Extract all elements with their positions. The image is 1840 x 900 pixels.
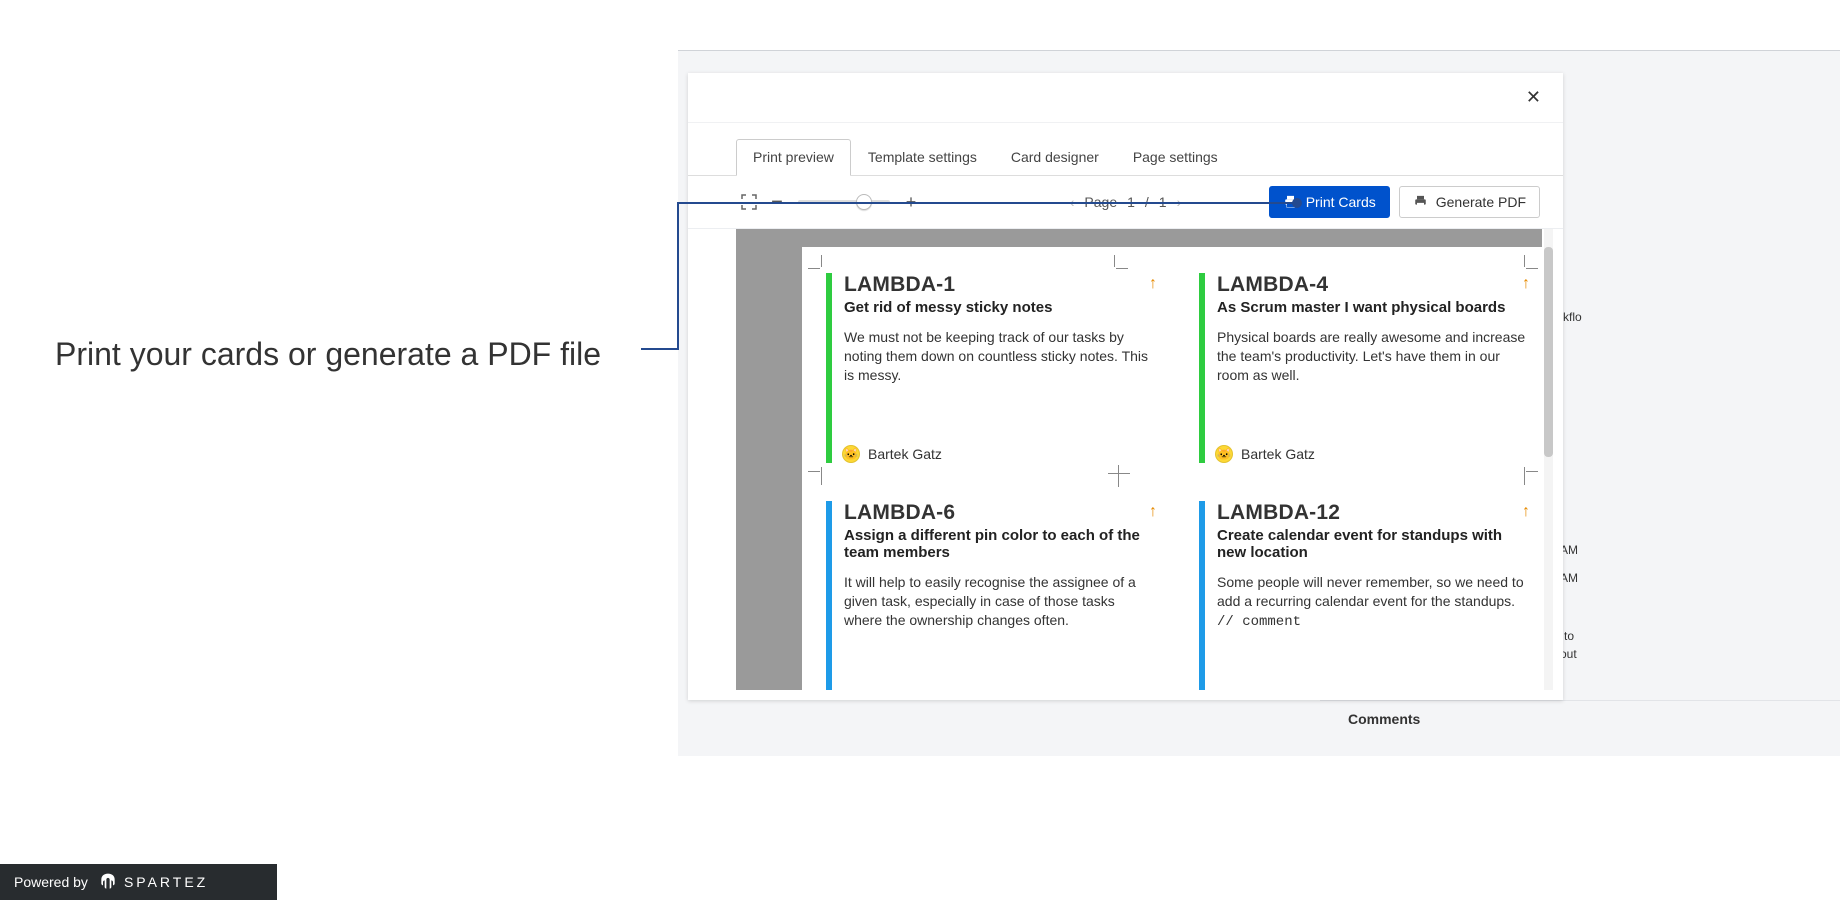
issue-key: LAMBDA-1 bbox=[844, 273, 1155, 297]
issue-description: Some people will never remember, so we n… bbox=[1217, 573, 1528, 632]
powered-by-badge: Powered by SPARTEZ bbox=[0, 864, 277, 900]
tab-print-preview[interactable]: Print preview bbox=[736, 139, 851, 176]
bg-text-snippet: kflo bbox=[1563, 310, 1582, 324]
avatar-icon: 🐱 bbox=[1215, 445, 1233, 463]
card-stripe bbox=[1199, 273, 1205, 463]
printer-icon bbox=[1283, 195, 1298, 209]
issue-description-text: Some people will never remember, so we n… bbox=[1217, 574, 1524, 609]
issue-key: LAMBDA-6 bbox=[844, 501, 1155, 525]
bg-text-snippet: to bbox=[1564, 629, 1574, 643]
tab-page-settings[interactable]: Page settings bbox=[1116, 139, 1235, 176]
page-sep: / bbox=[1145, 194, 1149, 210]
issue-code-comment: // comment bbox=[1217, 614, 1301, 630]
page-label: Page bbox=[1084, 194, 1117, 210]
prev-page-icon[interactable]: ‹ bbox=[1070, 194, 1075, 210]
paper-sheet: ↑ LAMBDA-1 Get rid of messy sticky notes… bbox=[802, 247, 1542, 690]
next-page-icon[interactable]: › bbox=[1177, 194, 1182, 210]
assignee: 🐱 Bartek Gatz bbox=[1215, 445, 1315, 463]
preview-toolbar: − + ‹ Page 1 / 1 › Print Cards Generate … bbox=[688, 176, 1563, 229]
button-label: Print Cards bbox=[1306, 194, 1376, 210]
preview-area: ↑ LAMBDA-1 Get rid of messy sticky notes… bbox=[688, 229, 1563, 700]
card-stripe bbox=[1199, 501, 1205, 690]
issue-key: LAMBDA-12 bbox=[1217, 501, 1528, 525]
assignee-name: Bartek Gatz bbox=[868, 446, 942, 462]
spartez-logo-icon bbox=[98, 872, 118, 892]
page-current: 1 bbox=[1127, 194, 1135, 210]
issue-key: LAMBDA-4 bbox=[1217, 273, 1528, 297]
fullscreen-icon[interactable] bbox=[738, 191, 760, 213]
preview-canvas[interactable]: ↑ LAMBDA-1 Get rid of messy sticky notes… bbox=[736, 229, 1542, 690]
card-stripe bbox=[826, 273, 832, 463]
issue-description: It will help to easily recognise the ass… bbox=[844, 573, 1155, 630]
zoom-out-icon[interactable]: − bbox=[766, 191, 788, 213]
vertical-scrollbar[interactable] bbox=[1544, 229, 1553, 690]
priority-up-icon: ↑ bbox=[1149, 275, 1157, 293]
issue-title: Create calendar event for standups with … bbox=[1217, 527, 1528, 561]
issue-description: We must not be keeping track of our task… bbox=[844, 328, 1155, 385]
printer-icon bbox=[1413, 195, 1428, 209]
page-total: 1 bbox=[1159, 194, 1167, 210]
scrollbar-thumb[interactable] bbox=[1544, 247, 1553, 457]
close-icon[interactable]: ✕ bbox=[1526, 87, 1541, 108]
comments-section-header: Comments bbox=[1320, 700, 1840, 736]
marketing-caption: Print your cards or generate a PDF file bbox=[55, 336, 601, 373]
crop-mark bbox=[1110, 255, 1128, 273]
issue-card: ↑ LAMBDA-6 Assign a different pin color … bbox=[826, 501, 1165, 690]
comments-header-label: Comments bbox=[1348, 711, 1420, 727]
crop-mark bbox=[1520, 255, 1538, 273]
crop-mark bbox=[808, 255, 826, 273]
issue-card: ↑ LAMBDA-12 Create calendar event for st… bbox=[1199, 501, 1538, 690]
zoom-slider[interactable] bbox=[798, 200, 890, 204]
avatar-icon: 🐱 bbox=[842, 445, 860, 463]
button-label: Generate PDF bbox=[1436, 194, 1526, 210]
modal-header: ✕ bbox=[688, 73, 1563, 123]
issue-title: As Scrum master I want physical boards bbox=[1217, 299, 1528, 316]
powered-by-label: Powered by bbox=[14, 874, 88, 890]
tab-template-settings[interactable]: Template settings bbox=[851, 139, 994, 176]
crop-mark bbox=[808, 467, 826, 485]
priority-up-icon: ↑ bbox=[1522, 275, 1530, 293]
zoom-in-icon[interactable]: + bbox=[900, 191, 922, 213]
print-modal: ✕ Print preview Template settings Card d… bbox=[688, 73, 1563, 700]
issue-description: Physical boards are really awesome and i… bbox=[1217, 328, 1528, 385]
card-grid: ↑ LAMBDA-1 Get rid of messy sticky notes… bbox=[826, 273, 1538, 690]
issue-title: Get rid of messy sticky notes bbox=[844, 299, 1155, 316]
priority-up-icon: ↑ bbox=[1149, 503, 1157, 521]
tab-card-designer[interactable]: Card designer bbox=[994, 139, 1116, 176]
issue-title: Assign a different pin color to each of … bbox=[844, 527, 1155, 561]
print-cards-button[interactable]: Print Cards bbox=[1269, 186, 1390, 218]
issue-card: ↑ LAMBDA-1 Get rid of messy sticky notes… bbox=[826, 273, 1165, 463]
assignee-name: Bartek Gatz bbox=[1241, 446, 1315, 462]
modal-tabs: Print preview Template settings Card des… bbox=[688, 123, 1563, 176]
brand-name: SPARTEZ bbox=[124, 874, 208, 890]
page-indicator: ‹ Page 1 / 1 › bbox=[1070, 194, 1182, 210]
issue-card: ↑ LAMBDA-4 As Scrum master I want physic… bbox=[1199, 273, 1538, 463]
generate-pdf-button[interactable]: Generate PDF bbox=[1399, 186, 1540, 218]
assignee: 🐱 Bartek Gatz bbox=[842, 445, 942, 463]
priority-up-icon: ↑ bbox=[1522, 503, 1530, 521]
card-stripe bbox=[826, 501, 832, 690]
zoom-slider-knob[interactable] bbox=[856, 194, 872, 210]
